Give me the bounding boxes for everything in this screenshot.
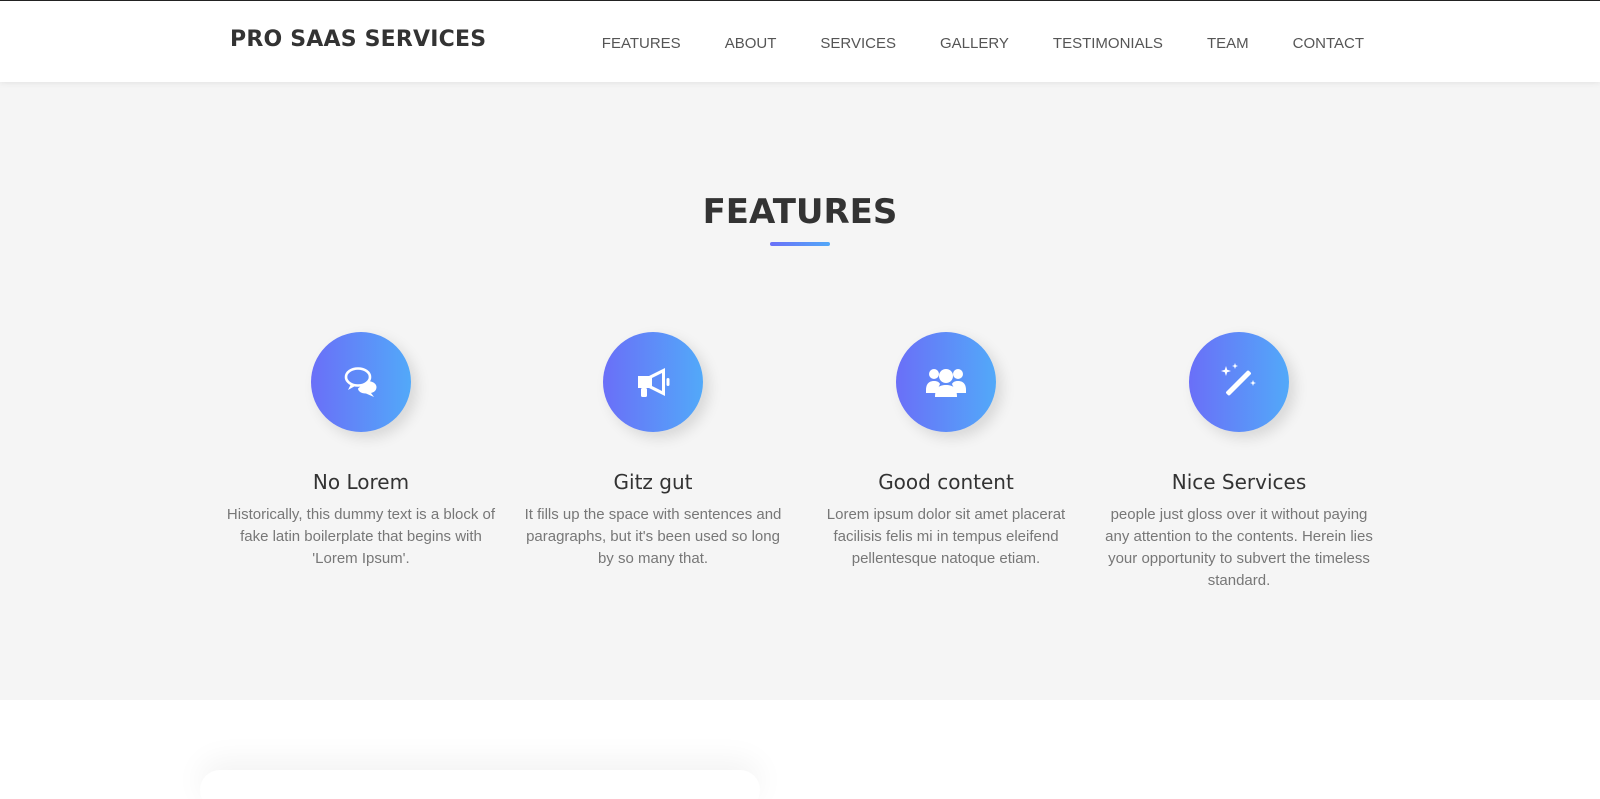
brand-logo[interactable]: PRO SAAS SERVICES <box>230 27 486 52</box>
title-underline <box>770 242 830 246</box>
feature-card: Good content Lorem ipsum dolor sit amet … <box>811 332 1081 570</box>
nav-link-gallery[interactable]: GALLERY <box>940 35 1009 52</box>
feature-card: Gitz gut It fills up the space with sent… <box>518 332 788 570</box>
feature-description: Historically, this dummy text is a block… <box>226 506 496 567</box>
nav-link-about[interactable]: ABOUT <box>725 35 777 52</box>
features-section: FEATURES No Lorem Historically, this dum… <box>0 82 1600 700</box>
feature-card: Nice Services people just gloss over it … <box>1104 332 1374 592</box>
nav-link-services[interactable]: SERVICES <box>820 35 896 52</box>
feature-description: It fills up the space with sentences and… <box>524 506 782 567</box>
next-section <box>0 700 1600 799</box>
feature-description: Lorem ipsum dolor sit amet placerat faci… <box>826 506 1066 567</box>
users-icon <box>896 332 996 432</box>
magic-wand-icon <box>1189 332 1289 432</box>
card-shadow <box>200 770 760 799</box>
nav-link-features[interactable]: FEATURES <box>602 35 681 52</box>
feature-title: No Lorem <box>312 470 410 494</box>
megaphone-icon <box>603 332 703 432</box>
feature-title: Good content <box>878 470 1014 494</box>
feature-card: No Lorem Historically, this dummy text i… <box>226 332 496 570</box>
nav-link-contact[interactable]: CONTACT <box>1293 35 1364 52</box>
feature-title: Gitz gut <box>613 470 693 494</box>
navbar: PRO SAAS SERVICES FEATURES ABOUT SERVICE… <box>0 0 1600 82</box>
nav-link-team[interactable]: TEAM <box>1207 35 1249 52</box>
feature-description: people just gloss over it without paying… <box>1105 506 1373 589</box>
chat-bubbles-icon <box>311 332 411 432</box>
nav-links: FEATURES ABOUT SERVICES GALLERY TESTIMON… <box>602 35 1364 52</box>
section-title: FEATURES <box>702 192 898 232</box>
feature-title: Nice Services <box>1171 470 1307 494</box>
nav-link-testimonials[interactable]: TESTIMONIALS <box>1053 35 1163 52</box>
